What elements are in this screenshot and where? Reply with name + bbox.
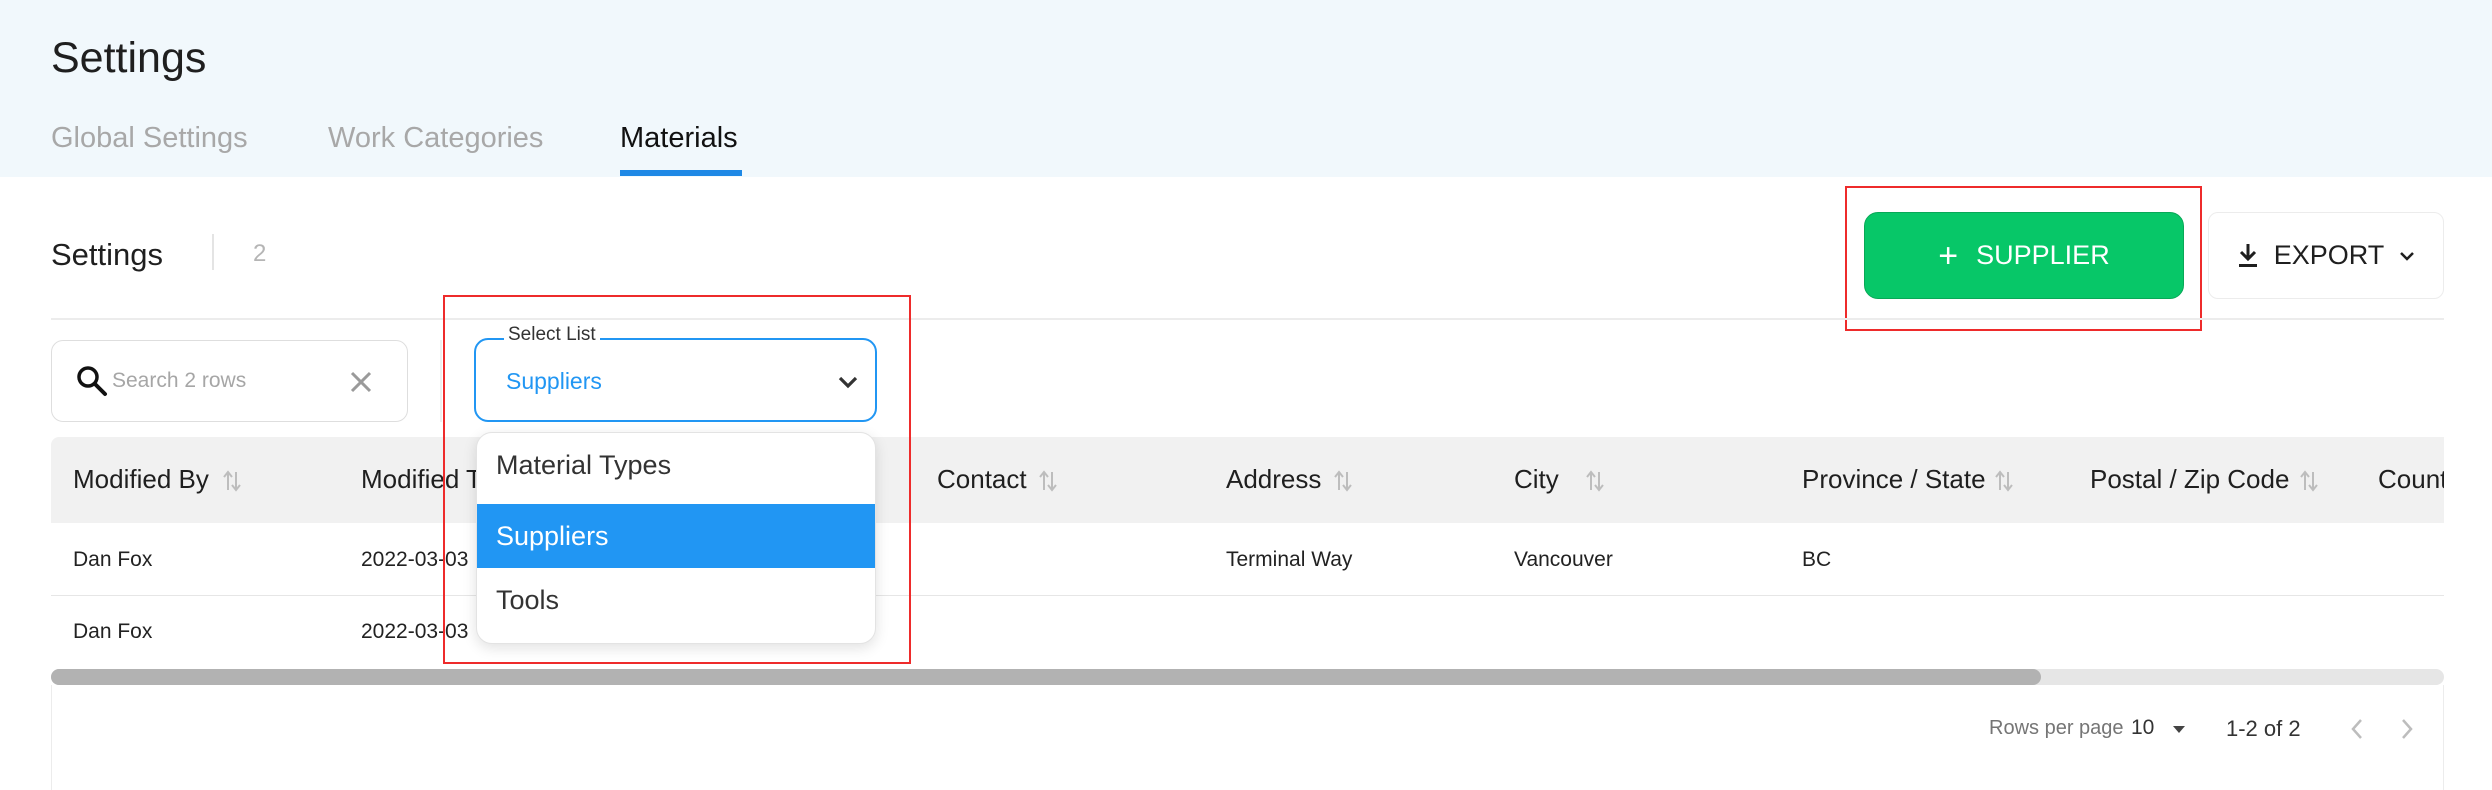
section-divider bbox=[51, 318, 2444, 320]
sort-icon[interactable] bbox=[2300, 470, 2318, 492]
search-input[interactable] bbox=[112, 361, 342, 401]
search-box bbox=[51, 340, 408, 422]
rows-per-page-label: Rows per page bbox=[1989, 717, 2124, 739]
column-header-contact[interactable]: Contact bbox=[937, 464, 1027, 495]
column-header-postal-zip-code[interactable]: Postal / Zip Code bbox=[2090, 464, 2289, 495]
page-title: Settings bbox=[51, 34, 207, 82]
export-button[interactable]: EXPORT bbox=[2208, 212, 2444, 299]
download-icon bbox=[2238, 243, 2257, 267]
option-tools[interactable]: Tools bbox=[477, 568, 875, 632]
sort-icon[interactable] bbox=[223, 470, 241, 492]
column-header-address[interactable]: Address bbox=[1226, 464, 1321, 495]
sort-icon[interactable] bbox=[1039, 470, 1057, 492]
table-cell-province: BC bbox=[1802, 548, 1832, 571]
column-header-country[interactable]: Count bbox=[2378, 464, 2444, 495]
table-cell-modified-time: 2022-03-03 bbox=[361, 548, 469, 571]
plus-icon: + bbox=[1938, 236, 1959, 275]
row-count: 2 bbox=[253, 240, 267, 267]
active-tab-indicator bbox=[620, 170, 742, 176]
table-cell-city: Vancouver bbox=[1514, 548, 1613, 571]
table-cell-modified-time: 2022-03-03 bbox=[361, 620, 469, 643]
add-supplier-button[interactable]: + SUPPLIER bbox=[1864, 212, 2184, 299]
tab-work-categories[interactable]: Work Categories bbox=[328, 122, 543, 155]
sort-icon[interactable] bbox=[1586, 470, 1604, 492]
tab-materials[interactable]: Materials bbox=[620, 122, 738, 155]
rows-per-page-select[interactable]: 10 bbox=[2131, 716, 2154, 740]
sort-icon[interactable] bbox=[1334, 470, 1352, 492]
select-list-label: Select List bbox=[504, 324, 600, 346]
sort-icon[interactable] bbox=[1995, 470, 2013, 492]
close-icon[interactable] bbox=[344, 365, 378, 399]
column-header-province-state[interactable]: Province / State bbox=[1802, 464, 1986, 495]
chevron-left-icon[interactable] bbox=[2346, 716, 2368, 742]
tab-global-settings[interactable]: Global Settings bbox=[51, 122, 248, 155]
option-material-types[interactable]: Material Types bbox=[477, 433, 875, 497]
table-cell-modified-by: Dan Fox bbox=[73, 620, 153, 643]
horizontal-scrollbar-thumb[interactable] bbox=[51, 669, 2041, 685]
title-divider bbox=[212, 234, 214, 270]
export-label: EXPORT bbox=[2273, 240, 2385, 270]
table-cell-modified-by: Dan Fox bbox=[73, 548, 153, 571]
select-list-dropdown[interactable]: Suppliers bbox=[474, 338, 877, 422]
section-title: Settings bbox=[51, 237, 164, 272]
select-list-menu: Material Types Suppliers Tools bbox=[476, 432, 876, 644]
column-header-city[interactable]: City bbox=[1514, 464, 1559, 495]
option-suppliers[interactable]: Suppliers bbox=[477, 504, 875, 568]
pagination-range: 1-2 of 2 bbox=[2226, 716, 2301, 741]
caret-down-icon[interactable] bbox=[2170, 722, 2188, 736]
chevron-down-icon bbox=[838, 376, 858, 389]
chevron-down-icon bbox=[2400, 251, 2415, 261]
table-cell-address: Terminal Way bbox=[1226, 548, 1353, 571]
column-header-modified-by[interactable]: Modified By bbox=[73, 464, 209, 495]
search-icon bbox=[77, 366, 107, 396]
add-supplier-label: SUPPLIER bbox=[1976, 240, 2110, 270]
chevron-right-icon[interactable] bbox=[2396, 716, 2418, 742]
toolbar-divider bbox=[440, 340, 442, 422]
row-divider bbox=[51, 595, 2444, 596]
select-list-value: Suppliers bbox=[506, 368, 602, 394]
column-header-modified-time[interactable]: Modified T bbox=[361, 464, 482, 495]
